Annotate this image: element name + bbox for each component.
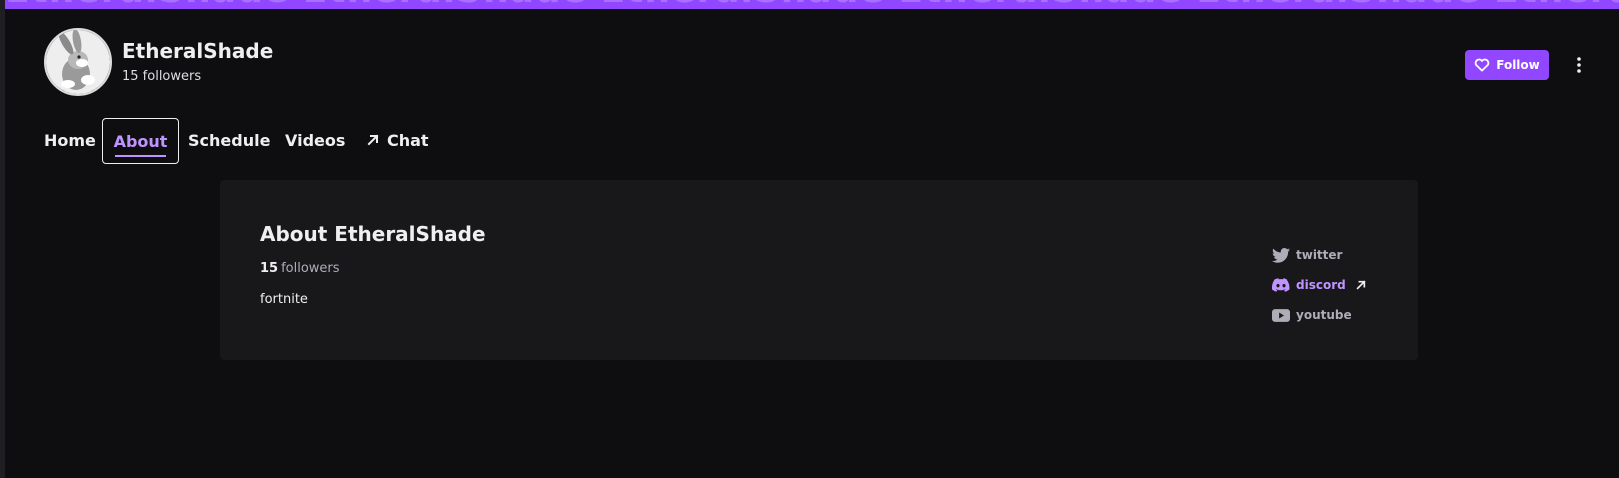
tab-about[interactable]: About (102, 118, 179, 164)
banner-text: EtheralShade EtheralShade EtheralShade E… (5, 0, 1619, 9)
tab-about-label: About (113, 132, 168, 151)
social-label-discord: discord (1296, 278, 1346, 292)
social-links: twitter discord youtube (1272, 240, 1366, 330)
about-title: About EtheralShade (260, 222, 486, 246)
social-link-twitter[interactable]: twitter (1272, 240, 1366, 270)
channel-banner: EtheralShade EtheralShade EtheralShade E… (5, 0, 1619, 9)
follow-label: Follow (1496, 58, 1540, 72)
channel-followers: 15 followers (122, 69, 202, 84)
channel-info: EtheralShade 15 followers (122, 39, 273, 85)
active-tab-indicator (115, 155, 166, 157)
about-followers: 15 followers (260, 261, 340, 276)
followers-count: 15 (260, 261, 279, 276)
channel-name[interactable]: EtheralShade (122, 39, 273, 63)
left-sidebar-edge (0, 0, 5, 478)
heart-icon (1474, 58, 1490, 72)
avatar-image-icon (46, 30, 110, 94)
channel-header: EtheralShade 15 followers (44, 28, 273, 96)
tab-chat-label: Chat (387, 131, 429, 150)
tab-schedule[interactable]: Schedule (188, 118, 270, 164)
follow-button[interactable]: Follow (1465, 50, 1549, 80)
avatar[interactable] (44, 28, 112, 96)
external-link-arrow-icon (367, 134, 379, 146)
social-link-discord[interactable]: discord (1272, 270, 1366, 300)
followers-label: followers (281, 261, 340, 276)
twitter-icon (1272, 246, 1290, 264)
social-label-youtube: youtube (1296, 308, 1352, 322)
about-description: fortnite (260, 292, 308, 307)
tab-chat[interactable]: Chat (367, 118, 429, 164)
discord-icon (1272, 276, 1290, 294)
about-panel: About EtheralShade 15 followers fortnite … (220, 180, 1418, 360)
more-options-button[interactable] (1568, 53, 1590, 77)
social-label-twitter: twitter (1296, 248, 1343, 262)
tab-home[interactable]: Home (44, 118, 96, 164)
external-link-icon (1356, 280, 1366, 290)
tab-videos[interactable]: Videos (285, 118, 345, 164)
social-link-youtube[interactable]: youtube (1272, 300, 1366, 330)
youtube-icon (1272, 306, 1290, 324)
more-vertical-icon (1577, 57, 1581, 73)
